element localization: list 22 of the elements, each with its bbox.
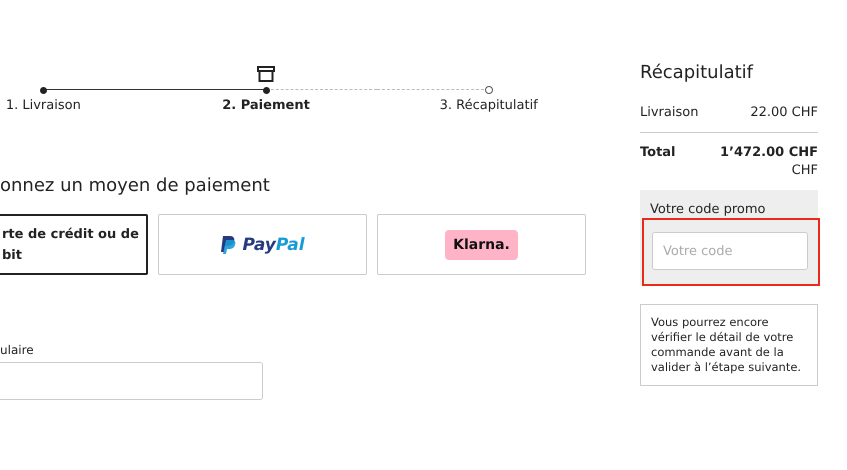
step-label: 1. Livraison [6, 98, 81, 113]
paypal-p-icon [220, 234, 236, 254]
summary-title: Récapitulatif [640, 62, 754, 83]
promo-label: Votre code promo [649, 202, 766, 217]
currency-label: CHF [792, 163, 818, 178]
box-icon [257, 66, 275, 82]
field-label: ulaire [0, 343, 35, 357]
payment-option[interactable]: Klarna. [377, 214, 586, 275]
summary-value: 22.00 CHF [750, 105, 818, 120]
step-label: 3. Récapitulatif [440, 98, 538, 113]
summary-label: Livraison [640, 105, 698, 120]
section-heading: onnez un moyen de paiement [0, 175, 271, 196]
summary-label: Total [640, 145, 676, 160]
step-label: 2. Paiement [222, 98, 310, 113]
paypal-logo: PayPal [220, 234, 305, 254]
summary-value: 1’472.00 CHF [720, 145, 818, 160]
info-note: Vous pourrez encore vérifier le détail de votre commande avant de la valider à l’étape suivante. [640, 304, 818, 386]
payment-option[interactable]: rte de crédit ou de bit [0, 214, 148, 275]
klarna-logo: Klarna. [445, 230, 518, 260]
input-field[interactable] [0, 362, 263, 400]
payment-option[interactable]: PayPal [158, 214, 367, 275]
promo-code-field[interactable]: Votre code [652, 232, 808, 270]
